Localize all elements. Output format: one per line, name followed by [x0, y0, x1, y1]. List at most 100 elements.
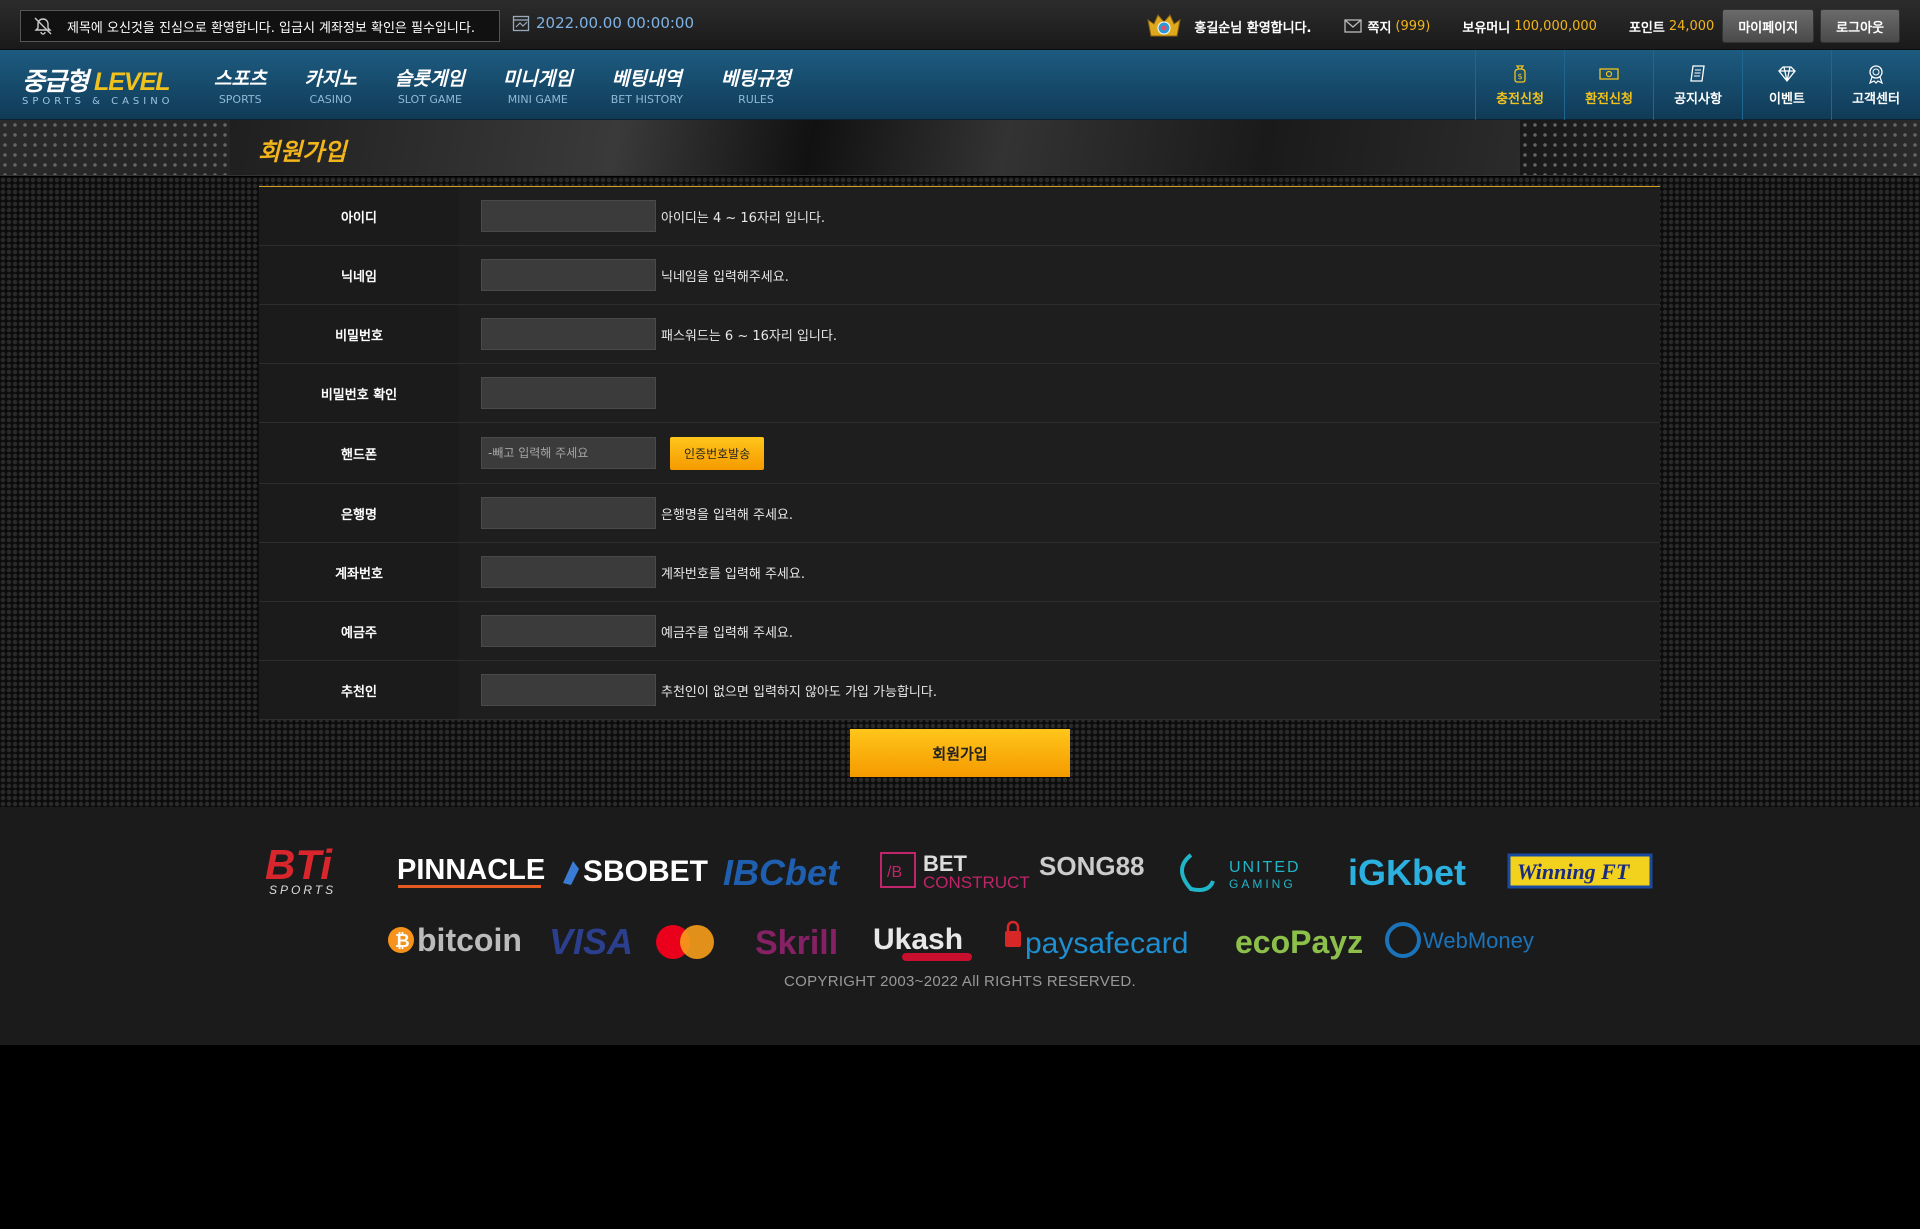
field-cell: 계좌번호를 입력해 주세요.: [459, 543, 1660, 601]
top-bar: 제목에 오신것을 진심으로 환영합니다. 입금시 계좌정보 확인은 필수입니다.…: [0, 0, 1920, 50]
referrer-input[interactable]: [481, 674, 656, 706]
svg-text:GAMING: GAMING: [1229, 877, 1296, 891]
money-value: 100,000,000: [1514, 18, 1597, 34]
field-cell: 추천인이 없으면 입력하지 않아도 가입 가능합니다.: [459, 661, 1660, 719]
welcome-text: 홍길순님 환영합니다.: [1194, 20, 1312, 36]
paysafecard-logo: paysafecard: [1005, 920, 1188, 960]
nickname-input[interactable]: [481, 259, 656, 291]
field-hint: 예금주를 입력해 주세요.: [661, 625, 793, 641]
site-logo[interactable]: 중급형 LEVEL SPORTS & CASINO: [22, 62, 174, 107]
message-link[interactable]: 쪽지 (999): [1343, 17, 1431, 36]
svg-text:SONG88: SONG88: [1039, 851, 1145, 881]
nav-label: 미니게임: [502, 68, 573, 90]
user-box: 홍길순님 환영합니다. 쪽지 (999) 보유머니 100,000,000 포인…: [1144, 9, 1900, 43]
field-label: 추천인: [259, 661, 459, 719]
nav-bet-history[interactable]: 베팅내역 BET HISTORY: [611, 64, 683, 106]
svg-text:/B: /B: [887, 864, 902, 881]
svg-text:$: $: [1517, 72, 1522, 81]
point-info: 포인트 24,000: [1629, 17, 1714, 36]
main-navbar: 중급형 LEVEL SPORTS & CASINO 스포츠 SPORTS 카지노 C…: [0, 50, 1920, 120]
payment-logos: ₿ bitcoin VISA Skrill Ukash paysafecard …: [388, 920, 1534, 962]
mypage-button[interactable]: 마이페이지: [1722, 9, 1815, 43]
field-hint: 추천인이 없으면 입력하지 않아도 가입 가능합니다.: [661, 684, 937, 700]
form-row-account: 계좌번호 계좌번호를 입력해 주세요.: [259, 543, 1660, 602]
nav-label: 베팅내역: [611, 68, 682, 90]
pinnacle-logo: PINNACLE: [397, 854, 545, 888]
logout-button[interactable]: 로그아웃: [1820, 9, 1900, 43]
nav-sublabel: BET HISTORY: [610, 93, 683, 106]
field-label: 비밀번호: [259, 305, 459, 363]
field-label: 닉네임: [259, 246, 459, 304]
logo-text: 중급형 LEVEL: [22, 62, 174, 98]
phone-input[interactable]: [481, 437, 656, 469]
bitcoin-logo: ₿ bitcoin: [388, 922, 522, 958]
quick-withdraw[interactable]: 환전신청: [1564, 50, 1653, 120]
logo-subtitle: SPORTS & CASINO: [22, 96, 174, 107]
field-label: 아이디: [259, 187, 459, 245]
field-label: 비밀번호 확인: [259, 364, 459, 422]
bank-name-input[interactable]: [481, 497, 656, 529]
svg-text:CONSTRUCT: CONSTRUCT: [923, 873, 1030, 892]
notice-icon: [1690, 64, 1705, 82]
provider-logos: BTi SPORTS PINNACLE SBOBET IBCbet /B BET…: [265, 843, 1653, 897]
field-cell: 닉네임을 입력해주세요.: [459, 246, 1660, 304]
page-banner: 회원가입: [0, 120, 1920, 176]
svg-text:bitcoin: bitcoin: [417, 922, 522, 958]
mastercard-logo: [656, 925, 714, 959]
svg-text:Winning FT: Winning FT: [1517, 859, 1631, 884]
account-holder-input[interactable]: [481, 615, 656, 647]
page-title: 회원가입: [258, 138, 347, 166]
field-cell: 예금주를 입력해 주세요.: [459, 602, 1660, 660]
nav-casino[interactable]: 카지노 CASINO: [304, 64, 356, 106]
quick-notice[interactable]: 공지사항: [1653, 50, 1742, 120]
money-info: 보유머니 100,000,000: [1462, 17, 1597, 36]
mail-icon: [1343, 19, 1362, 33]
password-input[interactable]: [481, 318, 656, 350]
send-code-button[interactable]: 인증번호발송: [670, 436, 765, 470]
svg-text:VISA: VISA: [549, 921, 633, 962]
id-input[interactable]: [481, 200, 656, 232]
account-number-input[interactable]: [481, 556, 656, 588]
betconstruct-logo: /B BET CONSTRUCT: [880, 851, 1030, 892]
form-row-phone: 핸드폰 인증번호발송: [259, 423, 1660, 484]
field-label: 핸드폰: [259, 423, 459, 483]
field-hint: 닉네임을 입력해주세요.: [661, 269, 789, 285]
password-confirm-input[interactable]: [481, 377, 656, 409]
level-badge-icon: [1147, 14, 1182, 37]
quick-deposit[interactable]: $ 충전신청: [1475, 50, 1564, 120]
form-row-password: 비밀번호 패스워드는 6 ~ 16자리 입니다.: [259, 305, 1660, 364]
message-count: (999): [1395, 18, 1431, 34]
signup-submit-button[interactable]: 회원가입: [850, 729, 1070, 777]
sbobet-logo: SBOBET: [563, 855, 708, 888]
svg-text:PINNACLE: PINNACLE: [397, 854, 545, 886]
field-label: 계좌번호: [259, 543, 459, 601]
winningft-logo: Winning FT: [1507, 853, 1653, 889]
quick-event[interactable]: 이벤트: [1742, 50, 1831, 120]
svg-text:₿: ₿: [395, 931, 410, 951]
svg-text:Skrill: Skrill: [755, 924, 838, 962]
nav-sublabel: MINI GAME: [507, 93, 568, 106]
money-bag-icon: $: [1514, 64, 1526, 83]
message-label: 쪽지: [1367, 20, 1392, 36]
nav-label: 슬롯게임: [394, 68, 465, 90]
field-label: 예금주: [259, 602, 459, 660]
point-label: 포인트: [1628, 20, 1665, 36]
svg-text:paysafecard: paysafecard: [1025, 927, 1188, 960]
form-row-nickname: 닉네임 닉네임을 입력해주세요.: [259, 246, 1660, 305]
svg-text:UNITED: UNITED: [1229, 859, 1301, 876]
nav-label: 카지노: [304, 68, 357, 90]
datetime: 2022.00.00 00:00:00: [512, 14, 694, 32]
svg-text:BTi: BTi: [265, 843, 333, 888]
song88-logo: SONG88: [1039, 851, 1145, 881]
nav-slot-game[interactable]: 슬롯게임 SLOT GAME: [395, 64, 465, 106]
nav-sublabel: RULES: [738, 93, 774, 106]
form-row-id: 아이디 아이디는 4 ~ 16자리 입니다.: [259, 187, 1660, 246]
field-cell: [459, 364, 1660, 422]
nav-mini-game[interactable]: 미니게임 MINI GAME: [503, 64, 573, 106]
form-row-password-confirm: 비밀번호 확인: [259, 364, 1660, 423]
logo-main-a: 중급형: [22, 68, 89, 96]
nav-sports[interactable]: 스포츠 SPORTS: [214, 64, 266, 106]
webmoney-logo: WebMoney: [1385, 922, 1534, 958]
nav-rules[interactable]: 베팅규정 RULES: [721, 64, 791, 106]
quick-support[interactable]: 고객센터: [1831, 50, 1920, 120]
